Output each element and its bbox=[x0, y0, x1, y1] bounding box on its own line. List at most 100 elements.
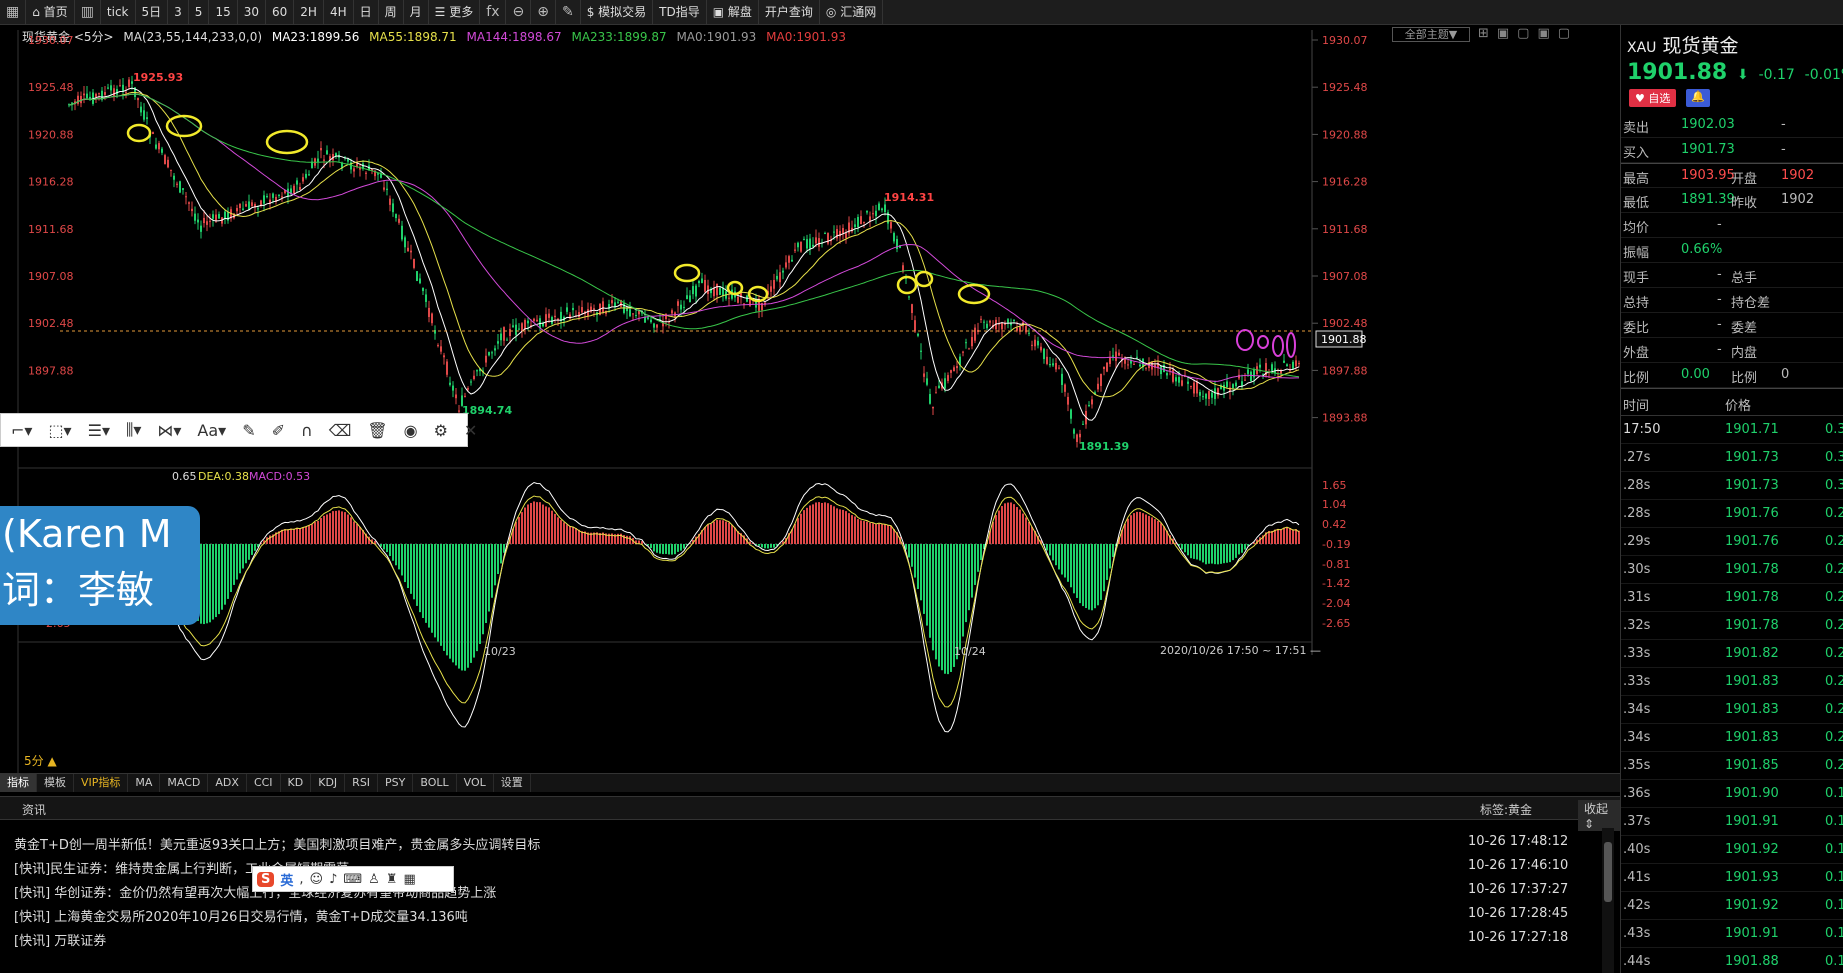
candle-body bbox=[1001, 323, 1003, 330]
tab-vol[interactable]: VOL bbox=[457, 774, 494, 792]
tab-macd[interactable]: MACD bbox=[160, 774, 209, 792]
candle-body bbox=[437, 345, 439, 347]
tab-adx[interactable]: ADX bbox=[208, 774, 247, 792]
sim-trade-button[interactable]: $ 模拟交易 bbox=[581, 0, 654, 25]
keyboard-icon[interactable]: ⌨ bbox=[343, 872, 362, 887]
pencil-icon[interactable]: ✎ bbox=[236, 421, 261, 440]
period-month-button[interactable]: 月 bbox=[404, 0, 429, 25]
tick-button[interactable]: tick bbox=[101, 0, 136, 25]
tab-kd[interactable]: KD bbox=[281, 774, 312, 792]
tab-settings[interactable]: 设置 bbox=[494, 774, 531, 792]
candle-body bbox=[200, 225, 202, 232]
text-tool-icon[interactable]: Aa▾ bbox=[191, 421, 232, 440]
zoom-out-icon[interactable]: ⊖ bbox=[506, 0, 532, 25]
period-4h-button[interactable]: 4H bbox=[324, 0, 354, 25]
period-15-button[interactable]: 15 bbox=[209, 0, 238, 25]
mic-icon[interactable]: ♪ bbox=[329, 872, 337, 887]
magnet-icon[interactable]: ∩ bbox=[295, 421, 319, 440]
price-axis-label-left: 1920.88 bbox=[28, 128, 74, 141]
tab-boll[interactable]: BOLL bbox=[413, 774, 457, 792]
tab-rsi[interactable]: RSI bbox=[345, 774, 379, 792]
scrollbar-thumb[interactable] bbox=[1604, 842, 1612, 902]
channel-tool-icon[interactable]: ☰▾ bbox=[82, 421, 116, 440]
period-5-button[interactable]: 5 bbox=[189, 0, 210, 25]
news-fold-button[interactable]: 收起 ⇕ bbox=[1578, 800, 1620, 831]
period-week-button[interactable]: 周 bbox=[379, 0, 404, 25]
lyric-line-2: 词：李敏 bbox=[2, 568, 155, 612]
menu-grid-icon[interactable]: ▦ bbox=[403, 872, 415, 887]
candle-body bbox=[503, 327, 505, 341]
pattern-tool-icon[interactable]: ⋈▾ bbox=[151, 421, 187, 440]
candle-body bbox=[854, 224, 856, 227]
candle-body bbox=[1091, 399, 1093, 405]
news-scrollbar[interactable] bbox=[1602, 828, 1614, 973]
tab-vip-indicator[interactable]: VIP指标 bbox=[74, 774, 129, 792]
sogou-logo-icon[interactable]: S bbox=[257, 871, 275, 887]
gear-icon[interactable]: ⚙ bbox=[428, 421, 454, 440]
candle-body bbox=[80, 95, 82, 104]
candle-body bbox=[308, 174, 310, 176]
tab-psy[interactable]: PSY bbox=[378, 774, 414, 792]
candle-body bbox=[656, 324, 658, 328]
account-query-button[interactable]: 开户查询 bbox=[759, 0, 820, 25]
candle-body bbox=[1250, 371, 1252, 382]
line-tool-icon[interactable]: ⌐▾ bbox=[5, 421, 38, 440]
highlight-ellipse bbox=[265, 129, 309, 155]
news-item[interactable]: [快讯] 万联证券 10-26 17:27:18 bbox=[14, 924, 1594, 952]
fib-tool-icon[interactable]: ⫼▾ bbox=[120, 420, 147, 440]
period-30-button[interactable]: 30 bbox=[238, 0, 266, 25]
highlight-ellipse bbox=[914, 270, 934, 288]
candle-body bbox=[686, 295, 688, 300]
formula-icon[interactable]: fx bbox=[480, 0, 507, 25]
layout-icon[interactable]: ▦ bbox=[0, 0, 27, 25]
td-guide-button[interactable]: TD指导 bbox=[653, 0, 707, 25]
period-indicator[interactable]: 5分 ▲ bbox=[24, 752, 57, 769]
more-button[interactable]: ☰ 更多 bbox=[429, 0, 481, 25]
alert-bell-icon[interactable]: 🔔 bbox=[1686, 89, 1711, 107]
zoom-in-icon[interactable]: ⊕ bbox=[531, 0, 556, 25]
period-5d-button[interactable]: 5日 bbox=[136, 0, 169, 25]
skin-icon[interactable]: ♜ bbox=[386, 872, 398, 887]
brush-icon[interactable]: ✐ bbox=[266, 421, 291, 440]
candle-body bbox=[383, 187, 385, 190]
analysis-button[interactable]: ▣ 解盘 bbox=[707, 0, 759, 25]
candle-body bbox=[1295, 360, 1297, 367]
emoji-icon[interactable]: ☺ bbox=[310, 872, 324, 887]
user-icon[interactable]: ♙ bbox=[368, 872, 380, 887]
candle-body bbox=[317, 158, 319, 162]
candle-body bbox=[1070, 409, 1072, 419]
price-chart[interactable]: 1930.07 1930.07 1925.48 1925.48 1920.88 1920.… bbox=[0, 25, 1620, 773]
rect-tool-icon[interactable]: ⬚▾ bbox=[42, 421, 77, 440]
fx678-button[interactable]: ◎ 汇通网 bbox=[820, 0, 884, 25]
tab-template[interactable]: 模板 bbox=[37, 774, 74, 792]
trash-icon[interactable]: 🗑 bbox=[361, 421, 393, 440]
tab-indicator[interactable]: 指标 bbox=[0, 774, 37, 792]
quote-key: 最高 bbox=[1623, 172, 1650, 187]
candle-body bbox=[152, 132, 154, 134]
pen-icon[interactable]: ✎ bbox=[556, 0, 581, 25]
period-day-button[interactable]: 日 bbox=[354, 0, 379, 25]
punct-icon[interactable]: , bbox=[299, 872, 303, 887]
period-60-button[interactable]: 60 bbox=[266, 0, 295, 25]
ime-lang-toggle[interactable]: 英 bbox=[280, 870, 293, 889]
candle-body bbox=[611, 300, 613, 304]
news-tag[interactable]: 标签:黄金 bbox=[1480, 801, 1532, 818]
eraser-icon[interactable]: ⌫ bbox=[323, 421, 358, 440]
symbol-title: XAU 现货黄金 bbox=[1621, 25, 1843, 58]
period-2h-button[interactable]: 2H bbox=[294, 0, 324, 25]
close-icon[interactable]: ✕ bbox=[458, 421, 483, 440]
favorite-button[interactable]: ♥ 自选 bbox=[1629, 89, 1677, 107]
home-button[interactable]: ⌂ 首页 bbox=[26, 0, 75, 25]
last-price: 1901.88 bbox=[1627, 60, 1728, 85]
time-range-label: 2020/10/26 17:50 ~ 17:51 — bbox=[1160, 644, 1321, 657]
period-3-button[interactable]: 3 bbox=[168, 0, 189, 25]
eye-icon[interactable]: ◉ bbox=[398, 421, 424, 440]
candle-body bbox=[818, 238, 820, 247]
chart-icon[interactable]: ▥ bbox=[75, 0, 101, 25]
tab-kdj[interactable]: KDJ bbox=[311, 774, 346, 792]
candle-body bbox=[509, 328, 511, 337]
candle-body bbox=[86, 93, 88, 99]
tab-cci[interactable]: CCI bbox=[247, 774, 281, 792]
candle-body bbox=[527, 320, 529, 324]
tab-ma[interactable]: MA bbox=[128, 774, 161, 792]
